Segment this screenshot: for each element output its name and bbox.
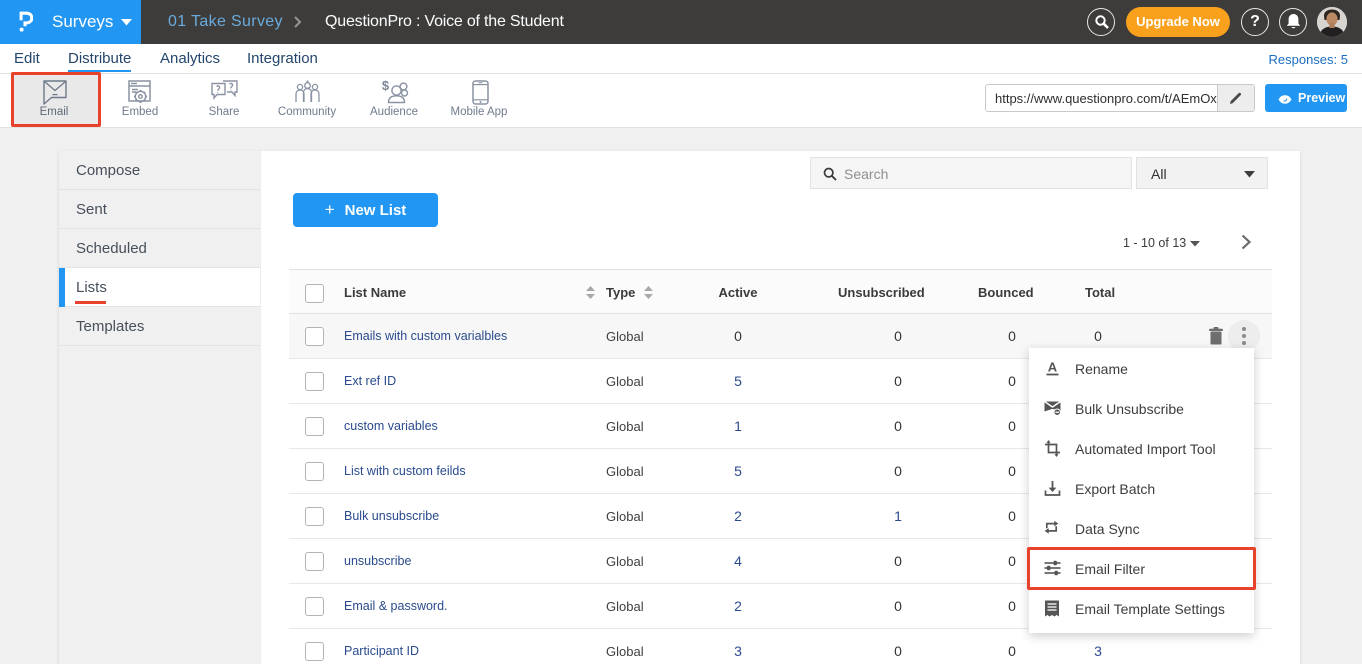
svg-text:$: $ — [382, 80, 390, 93]
svg-text:A: A — [1048, 360, 1058, 375]
